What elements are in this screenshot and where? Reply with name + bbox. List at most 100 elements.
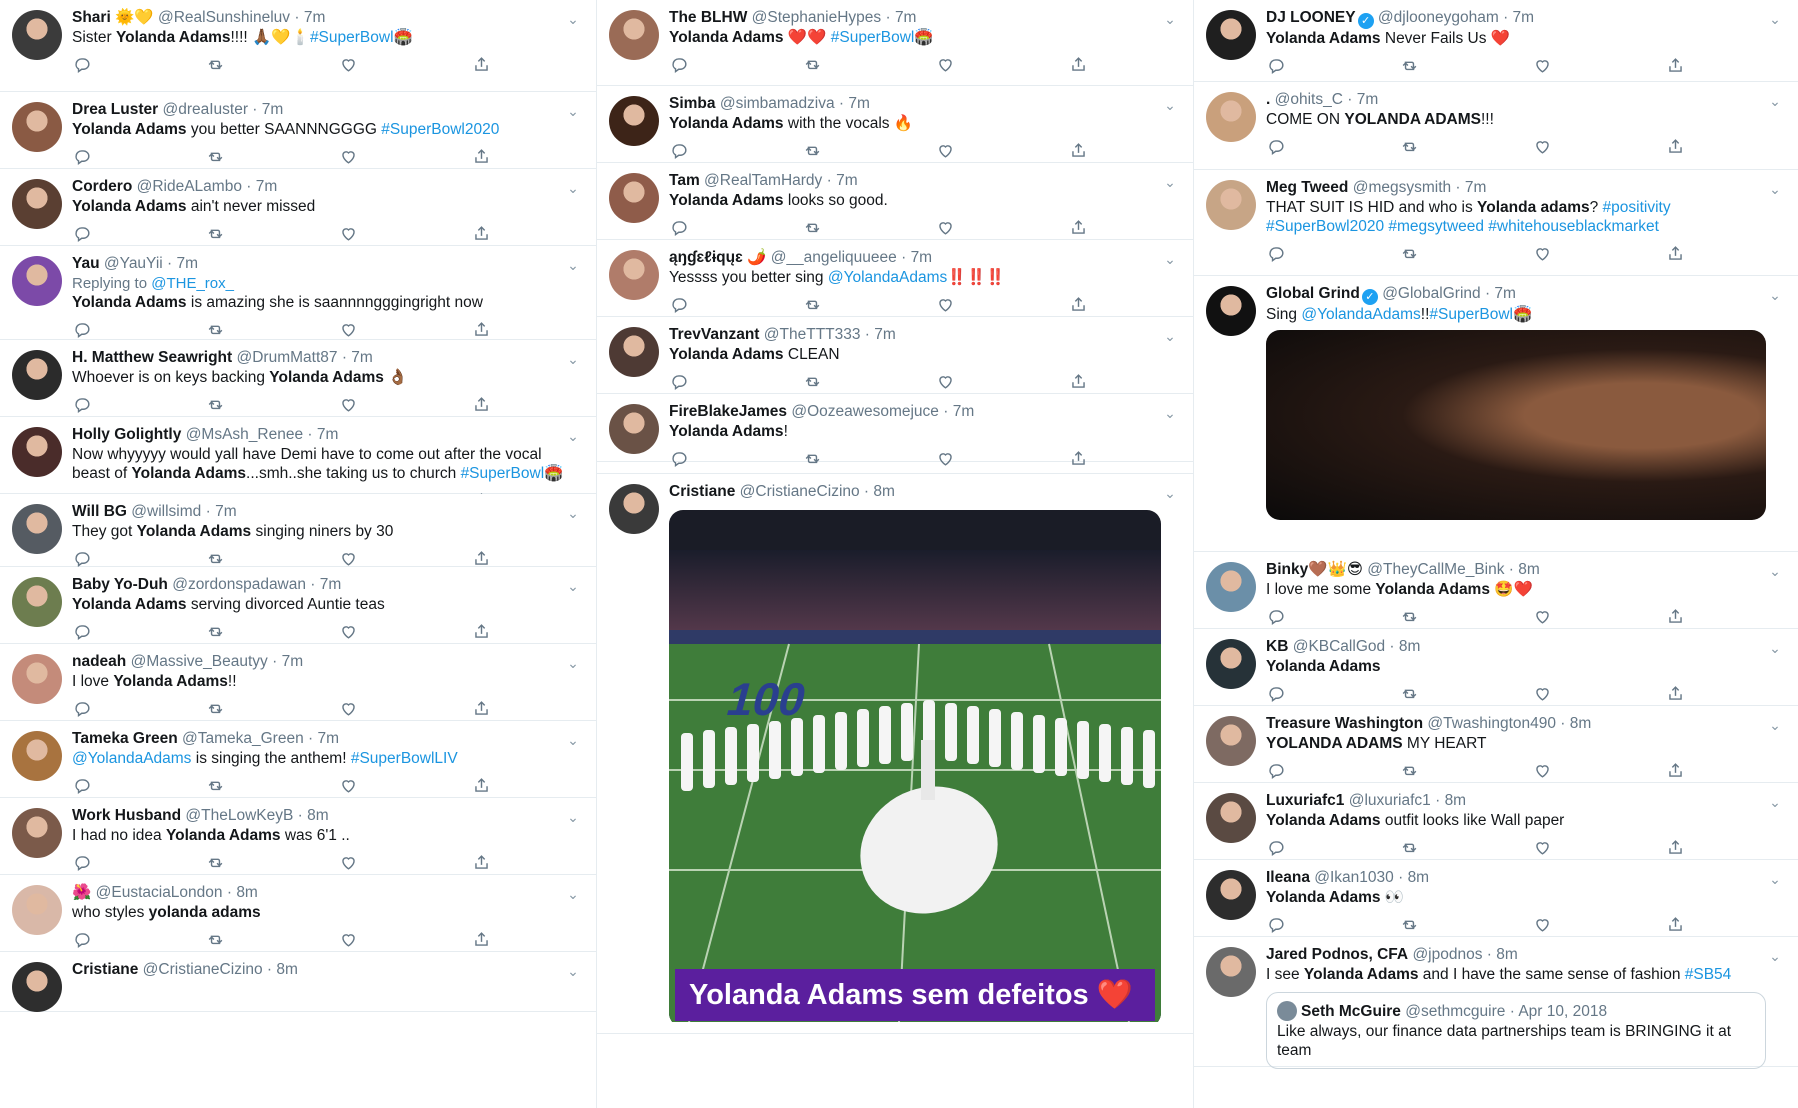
share-button[interactable] [472,621,492,641]
share-button[interactable] [1069,448,1089,468]
tweet[interactable]: Jared Podnos, CFA @jpodnos · 8m I see Yol… [1194,937,1798,1069]
retweet-button[interactable] [205,54,225,74]
chevron-down-icon[interactable]: ⌄ [1766,716,1784,734]
share-button[interactable] [1666,606,1686,626]
tweet[interactable]: 🌺 @EustaciaLondon · 8m who styles yolanda… [0,875,596,952]
reply-button[interactable] [72,319,92,339]
chevron-down-icon[interactable]: ⌄ [564,179,582,197]
mention-link[interactable]: @YolandaAdams [828,269,947,286]
retweet-button[interactable] [205,223,225,243]
retweet-button[interactable] [802,54,822,74]
tweet[interactable]: H. Matthew Seawright @DrumMatt87 · 7m Who… [0,340,596,417]
reply-button[interactable] [669,294,689,314]
like-button[interactable] [339,775,359,795]
author-name[interactable]: Binky🤎👑😎 [1266,561,1363,578]
author-name[interactable]: Yau [72,255,100,272]
share-button[interactable] [1666,683,1686,703]
author-handle[interactable]: @CristianeCizino [740,483,860,500]
timestamp[interactable]: 8m [1399,638,1421,655]
retweet-button[interactable] [1399,683,1419,703]
avatar[interactable] [609,404,659,454]
like-button[interactable] [1533,760,1553,780]
retweet-button[interactable] [205,929,225,949]
tweet[interactable]: ąŋɠɛℓɨqųɛ 🌶️ @__angeliquueee · 7m Yessss … [597,240,1193,317]
retweet-button[interactable] [205,698,225,718]
share-button[interactable] [1069,140,1089,160]
tweet[interactable]: Binky🤎👑😎 @TheyCallMe_Bink · 8m I love me … [1194,552,1798,629]
chevron-down-icon[interactable]: ⌄ [1766,639,1784,657]
retweet-button[interactable] [802,294,822,314]
reply-button[interactable] [1266,837,1286,857]
author-handle[interactable]: @RideALambo [137,178,242,195]
author-name[interactable]: Will BG [72,503,127,520]
reply-button[interactable] [669,371,689,391]
chevron-down-icon[interactable]: ⌄ [1766,286,1784,304]
author-handle[interactable]: @jpodnos [1412,946,1482,963]
timestamp[interactable]: 7m [351,349,373,366]
retweet-button[interactable] [205,775,225,795]
author-handle[interactable]: @EustaciaLondon [96,884,223,901]
author-handle[interactable]: @Oozeawesomejuce [791,403,939,420]
author-handle[interactable]: @Massive_Beautyy [131,653,268,670]
chevron-down-icon[interactable]: ⌄ [564,731,582,749]
share-button[interactable] [472,775,492,795]
author-handle[interactable]: @GlobalGrind [1382,285,1480,302]
chevron-down-icon[interactable]: ⌄ [564,427,582,445]
reply-button[interactable] [1266,136,1286,156]
like-button[interactable] [1533,136,1553,156]
reply-button[interactable] [72,223,92,243]
avatar[interactable] [12,350,62,400]
avatar[interactable] [12,256,62,306]
tweet[interactable]: Ileana @Ikan1030 · 8m Yolanda Adams 👀 ⌄ [1194,860,1798,937]
chevron-down-icon[interactable]: ⌄ [1161,484,1179,502]
retweet-button[interactable] [802,140,822,160]
avatar[interactable] [12,102,62,152]
author-handle[interactable]: @djlooneygoham [1378,9,1499,26]
share-button[interactable] [1666,837,1686,857]
author-handle[interactable]: @DrumMatt87 [237,349,338,366]
author-handle[interactable]: @willsimd [131,503,201,520]
avatar[interactable] [1206,562,1256,612]
author-name[interactable]: ąŋɠɛℓɨqųɛ 🌶️ [669,249,766,266]
timestamp[interactable]: 7m [177,255,199,272]
author-name[interactable]: KB [1266,638,1288,655]
like-button[interactable] [1533,914,1553,934]
tweet[interactable]: Luxuriafc1 @luxuriafc1 · 8m Yolanda Adams… [1194,783,1798,860]
reply-button[interactable] [72,54,92,74]
tweet[interactable]: KB @KBCallGod · 8m Yolanda Adams ⌄ [1194,629,1798,706]
author-name[interactable]: Global Grind [1266,285,1360,302]
like-button[interactable] [339,223,359,243]
avatar[interactable] [12,731,62,781]
chevron-down-icon[interactable]: ⌄ [1161,250,1179,268]
like-button[interactable] [1533,606,1553,626]
chevron-down-icon[interactable]: ⌄ [564,577,582,595]
author-name[interactable]: TrevVanzant [669,326,759,343]
author-name[interactable]: Treasure Washington [1266,715,1423,732]
author-name[interactable]: Shari 🌞💛 [72,9,154,26]
like-button[interactable] [1533,55,1553,75]
author-handle[interactable]: @Ikan1030 [1314,869,1394,886]
reply-button[interactable] [1266,914,1286,934]
timestamp[interactable]: 7m [1465,179,1487,196]
share-button[interactable] [1069,217,1089,237]
tweet[interactable]: Baby Yo-Duh @zordonspadawan · 7m Yolanda … [0,567,596,644]
reply-button[interactable] [669,54,689,74]
author-handle[interactable]: @CristianeCizino [143,961,263,978]
author-name[interactable]: H. Matthew Seawright [72,349,232,366]
avatar[interactable] [12,427,62,477]
author-handle[interactable]: @RealSunshineluv [158,9,290,26]
author-name[interactable]: . [1266,91,1270,108]
chevron-down-icon[interactable]: ⌄ [1766,10,1784,28]
retweet-button[interactable] [205,548,225,568]
author-name[interactable]: Drea Luster [72,101,158,118]
author-handle[interactable]: @dreaIuster [162,101,248,118]
like-button[interactable] [339,548,359,568]
timestamp[interactable]: 7m [320,576,342,593]
like-button[interactable] [936,371,956,391]
share-button[interactable] [1666,914,1686,934]
author-name[interactable]: Luxuriafc1 [1266,792,1344,809]
author-handle[interactable]: @megsysmith [1353,179,1451,196]
author-name[interactable]: Baby Yo-Duh [72,576,168,593]
timestamp[interactable]: 7m [215,503,237,520]
timestamp[interactable]: 7m [836,172,858,189]
